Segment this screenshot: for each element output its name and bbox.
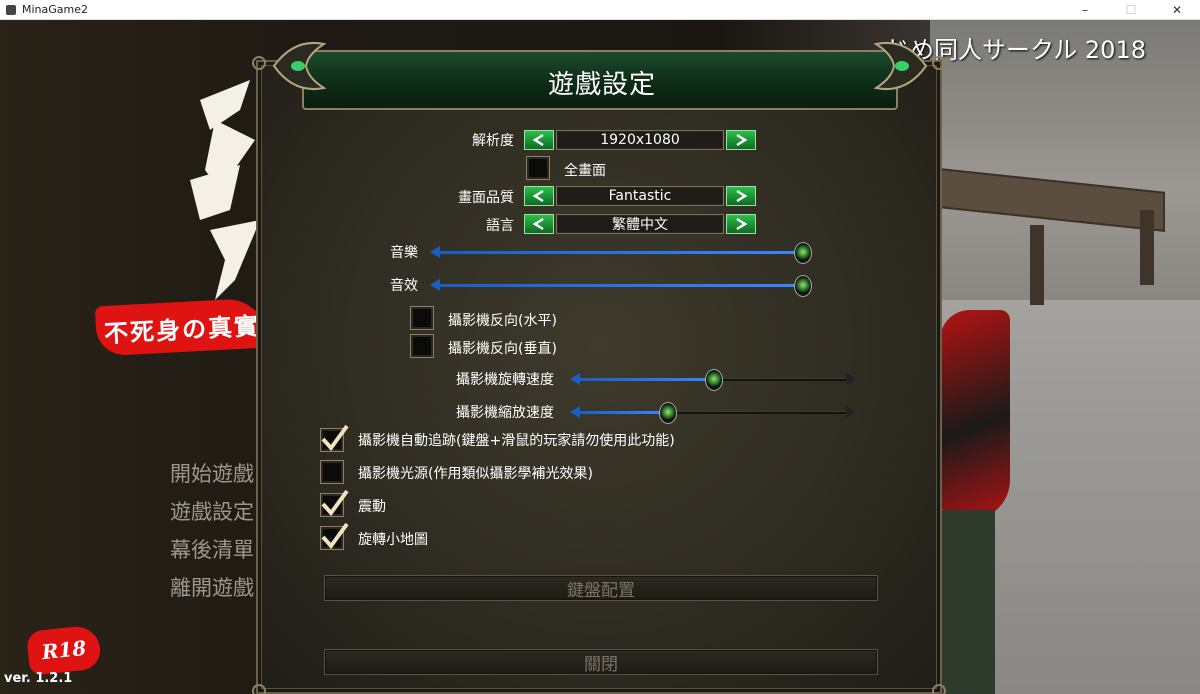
- rotate-minimap-label: 旋轉小地圖: [358, 532, 428, 548]
- language-value: 繁體中文: [556, 214, 724, 234]
- auto-follow-label: 攝影機自動追跡(鍵盤+滑鼠的玩家請勿使用此功能): [358, 433, 675, 449]
- vibration-label: 震動: [358, 499, 386, 515]
- version-label: ver. 1.2.1: [4, 671, 73, 686]
- dialog-title: 遊戲設定: [547, 70, 656, 100]
- window-titlebar: MinaGame2 – ☐ ✕: [0, 0, 1200, 20]
- app-icon: [6, 4, 16, 15]
- sfx-label: 音效: [390, 278, 418, 294]
- settings-dialog: 遊戲設定 解析度 1920x1080 全畫面 畫面品質 Fantastic 語言: [252, 42, 946, 694]
- menu-game-settings[interactable]: 遊戲設定: [170, 496, 260, 526]
- rotate-speed-slider[interactable]: [570, 369, 856, 391]
- window-title: MinaGame2: [22, 3, 89, 16]
- resolution-selector: 1920x1080: [524, 130, 756, 150]
- bench-leg: [1140, 210, 1154, 285]
- zoom-speed-slider[interactable]: [570, 402, 856, 424]
- zoom-speed-fill: [578, 411, 668, 414]
- vibration-checkbox[interactable]: [320, 489, 349, 517]
- menu-start-game[interactable]: 開始遊戲: [170, 458, 260, 488]
- auto-follow-checkbox[interactable]: [320, 424, 349, 452]
- chevron-right-icon: [736, 217, 748, 231]
- resolution-prev-button[interactable]: [524, 130, 554, 150]
- frame-corner: [252, 684, 266, 694]
- invert-vertical-checkbox[interactable]: [410, 334, 434, 358]
- checkmark-icon: [321, 522, 349, 550]
- bench-leg: [1030, 225, 1044, 305]
- resolution-value: 1920x1080: [556, 130, 724, 150]
- music-slider[interactable]: [430, 242, 812, 264]
- slider-arrow-left-icon: [430, 246, 440, 258]
- rotate-minimap-checkbox[interactable]: [320, 522, 349, 550]
- close-button[interactable]: 關閉: [324, 649, 878, 675]
- resolution-next-button[interactable]: [726, 130, 756, 150]
- camera-light-checkbox[interactable]: [320, 460, 344, 484]
- slider-arrow-left-icon: [570, 373, 580, 385]
- minimize-icon[interactable]: –: [1062, 0, 1108, 20]
- slider-arrow-right-icon: [846, 373, 856, 385]
- frame-corner: [932, 684, 946, 694]
- chevron-left-icon: [532, 189, 544, 203]
- invert-horizontal-label: 攝影機反向(水平): [448, 313, 557, 329]
- quality-label: 畫面品質: [458, 190, 514, 206]
- chevron-left-icon: [532, 217, 544, 231]
- fullscreen-checkbox[interactable]: [526, 156, 550, 180]
- language-label: 語言: [486, 218, 514, 234]
- game-viewport: 不死身の真實 開始遊戲 遊戲設定 幕後清單 離開遊戲 R18 ver. 1.2.…: [0, 20, 1200, 694]
- quality-next-button[interactable]: [726, 186, 756, 206]
- ornament-right-icon: [873, 42, 928, 90]
- rotate-speed-knob[interactable]: [705, 369, 723, 391]
- quality-prev-button[interactable]: [524, 186, 554, 206]
- music-fill: [438, 251, 798, 254]
- checkmark-icon: [321, 489, 349, 517]
- r18-badge: R18: [25, 624, 103, 676]
- resolution-label: 解析度: [472, 133, 514, 149]
- chevron-right-icon: [736, 189, 748, 203]
- chevron-left-icon: [532, 133, 544, 147]
- zoom-speed-label: 攝影機縮放速度: [456, 405, 554, 421]
- dialog-header: 遊戲設定: [272, 42, 928, 110]
- menu-exit-game[interactable]: 離開遊戲: [170, 572, 260, 602]
- menu-credits[interactable]: 幕後清單: [170, 534, 260, 564]
- music-label: 音樂: [390, 245, 418, 261]
- invert-horizontal-checkbox[interactable]: [410, 306, 434, 330]
- maximize-icon[interactable]: ☐: [1108, 0, 1154, 20]
- language-prev-button[interactable]: [524, 214, 554, 234]
- character-figure-lower: [935, 510, 995, 694]
- quality-value: Fantastic: [556, 186, 724, 206]
- rotate-speed-label: 攝影機旋轉速度: [456, 372, 554, 388]
- slider-arrow-right-icon: [846, 406, 856, 418]
- sfx-fill: [438, 284, 798, 287]
- language-next-button[interactable]: [726, 214, 756, 234]
- keyboard-config-button[interactable]: 鍵盤配置: [324, 575, 878, 601]
- zoom-speed-knob[interactable]: [659, 402, 677, 424]
- music-knob[interactable]: [794, 242, 812, 264]
- rotate-speed-fill: [578, 378, 714, 381]
- slider-arrow-left-icon: [430, 279, 440, 291]
- fullscreen-label: 全畫面: [564, 163, 606, 179]
- chevron-right-icon: [736, 133, 748, 147]
- checkmark-icon: [321, 424, 349, 452]
- sfx-knob[interactable]: [794, 275, 812, 297]
- camera-light-label: 攝影機光源(作用類似攝影學補光效果): [358, 466, 593, 482]
- slider-arrow-left-icon: [570, 406, 580, 418]
- invert-vertical-label: 攝影機反向(垂直): [448, 341, 557, 357]
- sfx-slider[interactable]: [430, 275, 812, 297]
- close-icon[interactable]: ✕: [1154, 0, 1200, 20]
- character-figure: [940, 310, 1010, 520]
- quality-selector: Fantastic: [524, 186, 756, 206]
- window-controls: – ☐ ✕: [1062, 0, 1200, 20]
- language-selector: 繁體中文: [524, 214, 756, 234]
